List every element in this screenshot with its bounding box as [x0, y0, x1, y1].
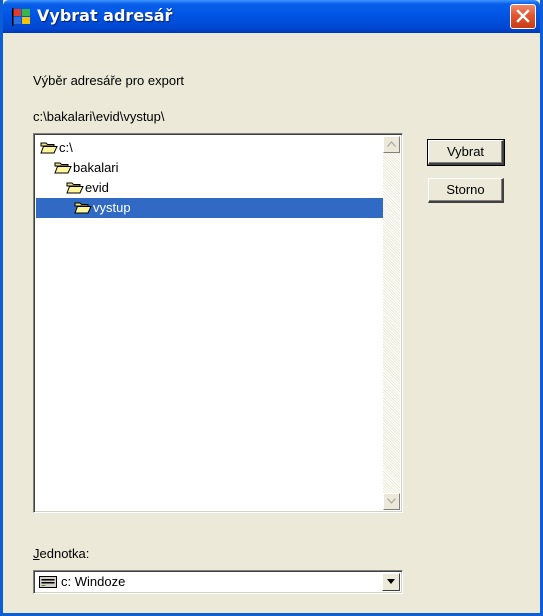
drive-label-text: ednotka: [39, 546, 90, 561]
drive-label: Jednotka: [33, 546, 89, 561]
tree-scrollbar[interactable] [383, 136, 400, 510]
dialog-caption: Výběr adresáře pro export [33, 73, 185, 88]
close-icon [516, 9, 530, 23]
tree-item-label: c:\ [59, 140, 73, 155]
directory-tree-items: c:\ bakalari evid vystup [36, 136, 383, 510]
arrow-up-icon [387, 141, 396, 147]
tree-item-root[interactable]: c:\ [40, 138, 73, 158]
open-folder-icon [54, 162, 72, 174]
window-title: Vybrat adresář [37, 6, 173, 25]
tree-item-bakalari[interactable]: bakalari [54, 158, 119, 178]
arrow-down-icon [387, 498, 396, 504]
tree-item-evid[interactable]: evid [66, 178, 109, 198]
tree-item-label: vystup [93, 200, 131, 215]
tree-item-vystup[interactable]: vystup [36, 198, 383, 218]
app-flag-icon [12, 8, 30, 26]
cancel-button[interactable]: Storno [428, 178, 504, 203]
open-folder-icon [66, 182, 84, 194]
drive-select[interactable]: c: Windoze [33, 570, 403, 594]
tree-item-label: evid [85, 180, 109, 195]
chevron-down-icon [387, 579, 395, 584]
dialog-window: Vybrat adresář Výběr adresáře pro export… [0, 0, 543, 616]
dialog-body: Výběr adresáře pro export c:\bakalari\ev… [3, 33, 540, 613]
scroll-up-button[interactable] [383, 136, 400, 153]
directory-tree[interactable]: c:\ bakalari evid vystup [33, 133, 403, 513]
select-button[interactable]: Vybrat [427, 139, 505, 166]
drive-dropdown-button[interactable] [382, 573, 400, 591]
title-bar[interactable]: Vybrat adresář [3, 0, 540, 33]
hard-drive-icon [39, 576, 57, 588]
open-folder-icon [74, 202, 92, 214]
close-button[interactable] [510, 4, 536, 29]
tree-item-label: bakalari [73, 160, 119, 175]
drive-select-value: c: Windoze [61, 574, 126, 589]
scroll-down-button[interactable] [383, 493, 400, 510]
current-path: c:\bakalari\evid\vystup\ [33, 109, 165, 124]
open-folder-icon [40, 142, 58, 154]
